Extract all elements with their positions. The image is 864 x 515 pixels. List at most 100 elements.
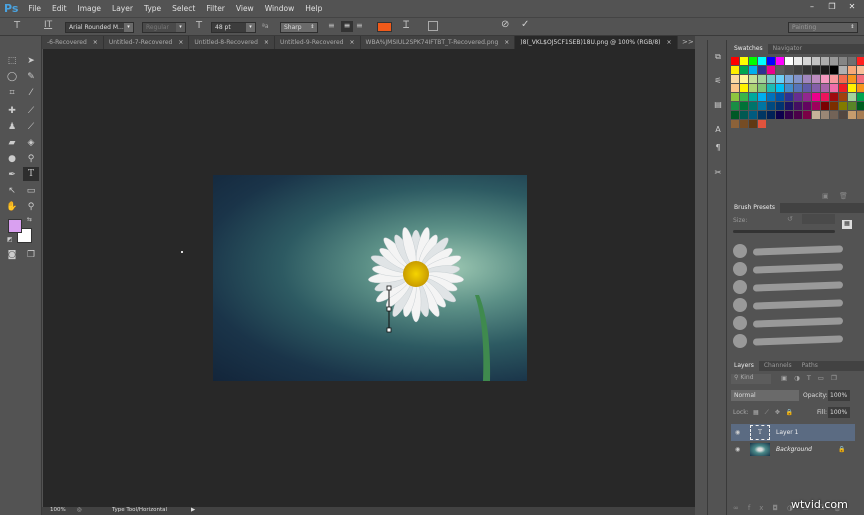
filter-icons[interactable]: ▣◑T▭❐ bbox=[781, 374, 844, 382]
color-swatch[interactable] bbox=[785, 66, 793, 74]
color-swatch[interactable] bbox=[830, 93, 838, 101]
status-menu-arrow-icon[interactable]: ▶ bbox=[191, 507, 195, 513]
color-swatch[interactable] bbox=[803, 66, 811, 74]
layer-comps-icon[interactable]: ▤ bbox=[711, 100, 725, 112]
color-swatch[interactable] bbox=[839, 84, 847, 92]
document-tab[interactable]: WBA%JMSIUL2SPK74IFTBT_T-Recovered.png × bbox=[361, 36, 516, 49]
color-swatch[interactable] bbox=[758, 84, 766, 92]
color-swatch[interactable] bbox=[776, 93, 784, 101]
color-swatch[interactable] bbox=[776, 57, 784, 65]
brush-preset[interactable] bbox=[733, 277, 858, 295]
close-tab-icon[interactable]: × bbox=[264, 39, 269, 46]
color-swatch[interactable] bbox=[749, 102, 757, 110]
color-swatch[interactable] bbox=[821, 57, 829, 65]
align-center-icon[interactable]: ≡ bbox=[341, 21, 353, 32]
color-swatch[interactable] bbox=[830, 84, 838, 92]
brush-preset[interactable] bbox=[733, 313, 858, 331]
document-tab[interactable]: Untitled-8-Recovered × bbox=[189, 36, 275, 49]
quick-selection-tool-icon[interactable]: ✎ bbox=[23, 70, 39, 84]
color-swatch[interactable] bbox=[758, 102, 766, 110]
brush-preset[interactable] bbox=[733, 295, 858, 313]
delete-swatch-icon[interactable]: 🗑 bbox=[839, 192, 848, 200]
marquee-tool-icon[interactable]: ⬚ bbox=[4, 54, 20, 68]
paragraph-panel-icon[interactable]: ¶ bbox=[711, 143, 725, 155]
color-swatch[interactable] bbox=[830, 75, 838, 83]
color-swatch[interactable] bbox=[830, 66, 838, 74]
font-style-select[interactable]: Regular ▾ bbox=[142, 22, 186, 33]
color-swatch[interactable] bbox=[731, 111, 739, 119]
path-selection-tool-icon[interactable]: ↖ bbox=[4, 184, 20, 198]
menu-help[interactable]: Help bbox=[305, 4, 322, 13]
color-swatch[interactable] bbox=[794, 57, 802, 65]
hand-tool-icon[interactable]: ✋ bbox=[4, 200, 20, 214]
default-colors-icon[interactable]: ◩ bbox=[7, 236, 13, 243]
menu-edit[interactable]: Edit bbox=[52, 4, 67, 13]
close-tab-icon[interactable]: × bbox=[178, 39, 183, 46]
layer-row[interactable]: ◉ Background 🔒 bbox=[731, 441, 855, 458]
new-swatch-icon[interactable]: ▣ bbox=[822, 192, 829, 200]
color-swatch[interactable] bbox=[857, 93, 864, 101]
color-swatch[interactable] bbox=[794, 75, 802, 83]
color-swatch[interactable] bbox=[731, 93, 739, 101]
color-swatch[interactable] bbox=[740, 120, 748, 128]
color-swatch[interactable] bbox=[731, 66, 739, 74]
tools-presets-icon[interactable]: ✂ bbox=[711, 168, 725, 180]
color-swatch[interactable] bbox=[839, 102, 847, 110]
color-swatch[interactable] bbox=[767, 84, 775, 92]
tab-swatches[interactable]: Swatches bbox=[729, 44, 768, 54]
color-swatch[interactable] bbox=[776, 66, 784, 74]
color-swatch[interactable] bbox=[767, 102, 775, 110]
blur-tool-icon[interactable]: ● bbox=[4, 152, 20, 166]
pen-tool-icon[interactable]: ✒ bbox=[4, 168, 20, 182]
align-right-icon[interactable]: ≡ bbox=[356, 21, 366, 32]
layer-row[interactable]: ◉ T Layer 1 bbox=[731, 424, 855, 441]
warp-text-icon[interactable]: Ꮖ bbox=[403, 20, 410, 31]
color-swatch[interactable] bbox=[758, 120, 766, 128]
color-swatch[interactable] bbox=[731, 84, 739, 92]
layer-name[interactable]: Layer 1 bbox=[776, 424, 798, 441]
zoom-tool-icon[interactable]: ⚲ bbox=[23, 200, 39, 214]
type-tool-preset-icon[interactable]: T bbox=[14, 20, 20, 31]
color-swatch[interactable] bbox=[821, 66, 829, 74]
color-swatch[interactable] bbox=[830, 57, 838, 65]
color-swatch[interactable] bbox=[821, 84, 829, 92]
color-swatch[interactable] bbox=[740, 66, 748, 74]
color-swatch[interactable] bbox=[812, 111, 820, 119]
color-swatch[interactable] bbox=[848, 111, 856, 119]
opacity-input[interactable]: 100% bbox=[828, 390, 850, 401]
color-swatch[interactable] bbox=[740, 102, 748, 110]
color-swatch[interactable] bbox=[794, 84, 802, 92]
color-swatch[interactable] bbox=[767, 75, 775, 83]
menu-type[interactable]: Type bbox=[144, 4, 161, 13]
zoom-level[interactable]: 100% bbox=[50, 507, 66, 513]
color-swatch[interactable] bbox=[740, 57, 748, 65]
color-swatch[interactable] bbox=[812, 66, 820, 74]
color-swatch[interactable] bbox=[731, 120, 739, 128]
status-icon[interactable]: ◎ bbox=[77, 507, 82, 513]
color-swatch[interactable] bbox=[749, 93, 757, 101]
antialias-select[interactable]: Sharp ⇕ bbox=[280, 22, 318, 33]
color-swatch[interactable] bbox=[857, 66, 864, 74]
color-swatch[interactable] bbox=[794, 93, 802, 101]
color-swatch[interactable] bbox=[821, 93, 829, 101]
eraser-tool-icon[interactable]: ▰ bbox=[4, 136, 20, 150]
character-panel-icon[interactable] bbox=[428, 21, 438, 31]
text-color-swatch[interactable] bbox=[377, 22, 392, 32]
color-swatch[interactable] bbox=[758, 66, 766, 74]
quick-mask-icon[interactable]: ◙ bbox=[4, 248, 20, 262]
color-swatch[interactable] bbox=[794, 66, 802, 74]
tab-channels[interactable]: Channels bbox=[759, 361, 797, 371]
color-swatch[interactable] bbox=[839, 57, 847, 65]
color-swatch[interactable] bbox=[749, 84, 757, 92]
color-swatch[interactable] bbox=[749, 111, 757, 119]
brush-preset[interactable] bbox=[733, 241, 858, 259]
color-swatch[interactable] bbox=[821, 111, 829, 119]
color-swatch[interactable] bbox=[848, 84, 856, 92]
rectangle-tool-icon[interactable]: ▭ bbox=[23, 184, 39, 198]
color-swatch[interactable] bbox=[767, 57, 775, 65]
color-swatch[interactable] bbox=[749, 57, 757, 65]
close-button[interactable]: ✕ bbox=[843, 2, 861, 12]
font-size-select[interactable]: 48 pt ▾ bbox=[211, 22, 256, 33]
color-swatch[interactable] bbox=[731, 57, 739, 65]
color-swatch[interactable] bbox=[839, 66, 847, 74]
